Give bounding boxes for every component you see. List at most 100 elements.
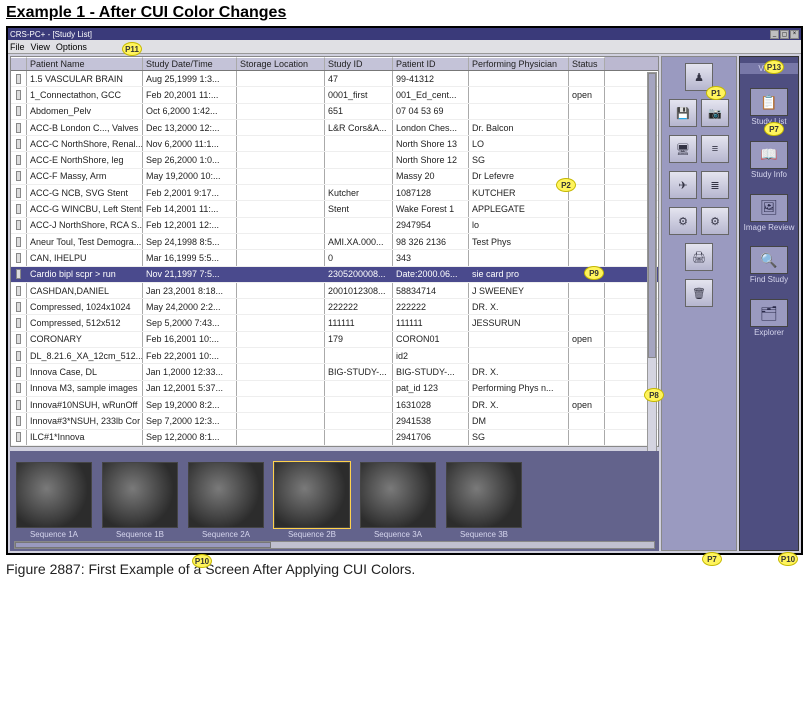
cell-patient-id: 111111: [393, 315, 469, 330]
tool-send-icon[interactable]: ✈: [669, 171, 697, 199]
minimize-button[interactable]: _: [770, 30, 779, 39]
view-image-review-label: Image Review: [744, 224, 795, 233]
thumbnail-item[interactable]: Sequence 2B: [272, 462, 352, 539]
menu-options[interactable]: Options: [56, 42, 87, 52]
tool-camera-icon[interactable]: 📷: [701, 99, 729, 127]
cell-patient-id: 2941538: [393, 413, 469, 428]
header-study-id[interactable]: Study ID: [325, 57, 393, 70]
horizontal-scrollbar[interactable]: [14, 541, 655, 549]
row-icon: [16, 171, 21, 181]
tool-queue-icon[interactable]: ≣: [701, 171, 729, 199]
tool-computer-icon[interactable]: 🖥: [669, 135, 697, 163]
thumbnail-item[interactable]: Sequence 3B: [444, 462, 524, 539]
table-row[interactable]: ACC-B London C..., ValvesDec 13,2000 12:…: [11, 120, 658, 136]
table-row[interactable]: Innova M3, sample imagesJan 12,2001 5:37…: [11, 381, 658, 397]
cell-physician: JESSURUN: [469, 315, 569, 330]
tool-settings1-icon[interactable]: ⚙: [669, 207, 697, 235]
cell-study-date: Feb 16,2001 10:...: [143, 332, 237, 347]
table-row[interactable]: CORONARYFeb 16,2001 10:...179CORON01open: [11, 332, 658, 348]
cell-patient-id: 222222: [393, 299, 469, 314]
header-patient-name[interactable]: Patient Name: [27, 57, 143, 70]
close-button[interactable]: ×: [790, 30, 799, 39]
cell-study-id: Stent: [325, 201, 393, 216]
tool-print-icon[interactable]: 🖨: [685, 243, 713, 271]
tool-list-icon[interactable]: ≡: [701, 135, 729, 163]
table-row[interactable]: ACC-E NorthShore, legSep 26,2000 1:0...N…: [11, 152, 658, 168]
header-performing-physician[interactable]: Performing Physician: [469, 57, 569, 70]
view-study-list-icon[interactable]: 📋: [750, 88, 788, 116]
tool-trash-icon[interactable]: 🗑: [685, 279, 713, 307]
cell-study-id: 0: [325, 250, 393, 265]
cell-study-id: 179: [325, 332, 393, 347]
header-patient-id[interactable]: Patient ID: [393, 57, 469, 70]
cell-physician: LO: [469, 136, 569, 151]
cell-patient-id: id2: [393, 348, 469, 363]
cell-status: [569, 71, 605, 86]
cell-study-date: May 24,2000 2:2...: [143, 299, 237, 314]
menu-view[interactable]: View: [31, 42, 50, 52]
table-row[interactable]: 1_Connectathon, GCCFeb 20,2001 11:...000…: [11, 87, 658, 103]
cell-status: [569, 201, 605, 216]
cell-storage-location: [237, 234, 325, 249]
thumbnail-item[interactable]: Sequence 1A: [14, 462, 94, 539]
cell-physician: Dr. Balcon: [469, 120, 569, 135]
header-status[interactable]: Status: [569, 57, 605, 70]
thumbnail-label: Sequence 2A: [202, 530, 250, 539]
thumbnail-item[interactable]: Sequence 3A: [358, 462, 438, 539]
thumbnail-image: [188, 462, 264, 528]
cell-patient-id: 2947954: [393, 218, 469, 233]
header-storage-location[interactable]: Storage Location: [237, 57, 325, 70]
table-row[interactable]: ILC#1*InnovaSep 12,2000 8:1...2941706SG: [11, 430, 658, 446]
row-icon: [16, 188, 21, 198]
cell-patient-name: CORONARY: [27, 332, 143, 347]
cell-study-date: Aug 25,1999 1:3...: [143, 71, 237, 86]
table-row[interactable]: Compressed, 512x512Sep 5,2000 7:43...111…: [11, 315, 658, 331]
cell-study-date: Sep 26,2000 1:0...: [143, 152, 237, 167]
table-row[interactable]: Innova#3*NSUH, 233lb CorSep 7,2000 12:3.…: [11, 413, 658, 429]
thumbnail-item[interactable]: Sequence 1B: [100, 462, 180, 539]
table-row[interactable]: Abdomen_PelvOct 6,2000 1:42...65107 04 5…: [11, 104, 658, 120]
cell-study-id: 47: [325, 71, 393, 86]
table-row[interactable]: Cardio bipl scpr > runNov 21,1997 7:5...…: [11, 267, 658, 283]
cell-storage-location: [237, 315, 325, 330]
cell-patient-id: North Shore 12: [393, 152, 469, 167]
cell-study-id: 222222: [325, 299, 393, 314]
cell-physician: [469, 250, 569, 265]
header-study-date[interactable]: Study Date/Time: [143, 57, 237, 70]
cell-patient-name: Innova#3*NSUH, 233lb Cor: [27, 413, 143, 428]
cell-status: [569, 413, 605, 428]
app-window: P11 P2 P9 P1 P13 P7 P8 P10 P7 P10 CRS-PC…: [6, 26, 803, 555]
table-row[interactable]: Innova Case, DLJan 1,2000 12:33...BIG-ST…: [11, 364, 658, 380]
row-icon: [16, 106, 21, 116]
thumbnail-item[interactable]: Sequence 2A: [186, 462, 266, 539]
row-icon: [16, 253, 21, 263]
view-find-study-icon[interactable]: 🔍: [750, 246, 788, 274]
table-row[interactable]: CASHDAN,DANIELJan 23,2001 8:18...2001012…: [11, 283, 658, 299]
table-row[interactable]: DL_8.21.6_XA_12cm_512...Feb 22,2001 10:.…: [11, 348, 658, 364]
table-row[interactable]: CAN, IHELPUMar 16,1999 5:5...0343: [11, 250, 658, 266]
table-row[interactable]: 1.5 VASCULAR BRAINAug 25,1999 1:3...4799…: [11, 71, 658, 87]
view-explorer-icon[interactable]: 🗂: [750, 299, 788, 327]
cell-storage-location: [237, 332, 325, 347]
tool-settings2-icon[interactable]: ⚙: [701, 207, 729, 235]
table-row[interactable]: Innova#10NSUH, wRunOffSep 19,2000 8:2...…: [11, 397, 658, 413]
table-row[interactable]: ACC-C NorthShore, Renal...Nov 6,2000 11:…: [11, 136, 658, 152]
cell-storage-location: [237, 185, 325, 200]
cell-patient-id: BIG-STUDY-...: [393, 364, 469, 379]
table-headers: Patient Name Study Date/Time Storage Loc…: [11, 57, 658, 71]
view-image-review-icon[interactable]: 🖼: [750, 194, 788, 222]
row-icon: [16, 432, 21, 442]
window-title: CRS-PC+ - [Study List]: [10, 30, 769, 39]
table-row[interactable]: ACC-G WINCBU, Left StentFeb 14,2001 11:.…: [11, 201, 658, 217]
marker-p10a: P10: [192, 554, 212, 568]
table-row[interactable]: Compressed, 1024x1024May 24,2000 2:2...2…: [11, 299, 658, 315]
table-row[interactable]: Aneur Toul, Test Demogra...Sep 24,1998 8…: [11, 234, 658, 250]
table-row[interactable]: ACC-J NorthShore, RCA S...Feb 12,2001 12…: [11, 218, 658, 234]
view-study-info-label: Study Info: [751, 171, 787, 180]
menu-file[interactable]: File: [10, 42, 25, 52]
row-icon: [16, 74, 21, 84]
view-study-info-icon[interactable]: 📖: [750, 141, 788, 169]
cell-physician: SG: [469, 430, 569, 445]
tool-disk-icon[interactable]: 💾: [669, 99, 697, 127]
maximize-button[interactable]: ▢: [780, 30, 789, 39]
